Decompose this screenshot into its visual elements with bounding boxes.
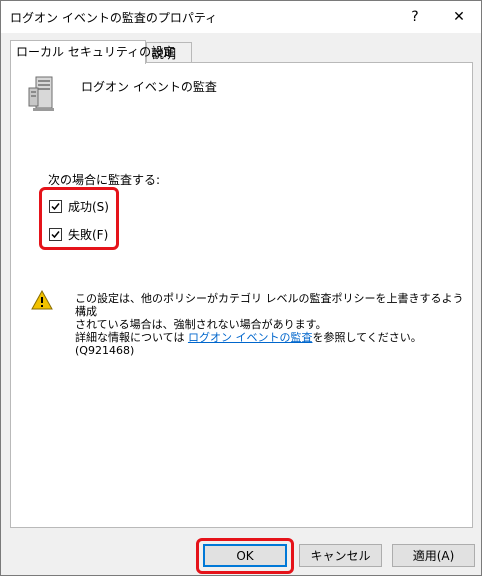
help-button[interactable]: ? [395, 1, 435, 33]
tab-local-security-setting[interactable]: ローカル セキュリティの設定 [10, 40, 175, 64]
warning-line-2: されている場合は、強制されない場合があります。 [75, 318, 327, 331]
success-checkbox[interactable]: 成功(S) [49, 198, 109, 215]
success-label: 成功(S) [68, 200, 109, 214]
warning-line-3: 詳細な情報については ログオン イベントの監査を参照してください。(Q92146… [75, 331, 465, 357]
server-icon [27, 76, 57, 112]
failure-label: 失敗(F) [68, 228, 109, 242]
close-icon: ✕ [453, 9, 465, 25]
policy-help-link[interactable]: ログオン イベントの監査 [188, 331, 313, 344]
policy-title: ログオン イベントの監査 [81, 80, 217, 94]
warning-line-3-prefix: 詳細な情報については [75, 331, 188, 344]
checkbox-checked-icon[interactable] [49, 228, 62, 241]
window-title: ログオン イベントの監査のプロパティ [10, 11, 218, 25]
cancel-button[interactable]: キャンセル [299, 544, 382, 567]
audit-label: 次の場合に監査する: [48, 173, 161, 187]
ok-button[interactable]: OK [203, 544, 287, 567]
warning-line-1: この設定は、他のポリシーがカテゴリ レベルの監査ポリシーを上書きするよう構成 [75, 292, 464, 318]
title-bar: ログオン イベントの監査のプロパティ ? ✕ [1, 1, 481, 33]
warning-icon [31, 289, 53, 310]
help-icon: ? [411, 9, 419, 25]
tab-panel: ログオン イベントの監査 次の場合に監査する: 成功(S) 失敗(F) この設定… [10, 62, 473, 528]
properties-dialog: ログオン イベントの監査のプロパティ ? ✕ ローカル セキュリティの設定 説明… [0, 0, 482, 576]
close-button[interactable]: ✕ [437, 1, 481, 33]
warning-text: この設定は、他のポリシーがカテゴリ レベルの監査ポリシーを上書きするよう構成 さ… [75, 292, 465, 357]
failure-checkbox[interactable]: 失敗(F) [49, 226, 108, 243]
checkbox-checked-icon[interactable] [49, 200, 62, 213]
apply-button[interactable]: 適用(A) [392, 544, 475, 567]
